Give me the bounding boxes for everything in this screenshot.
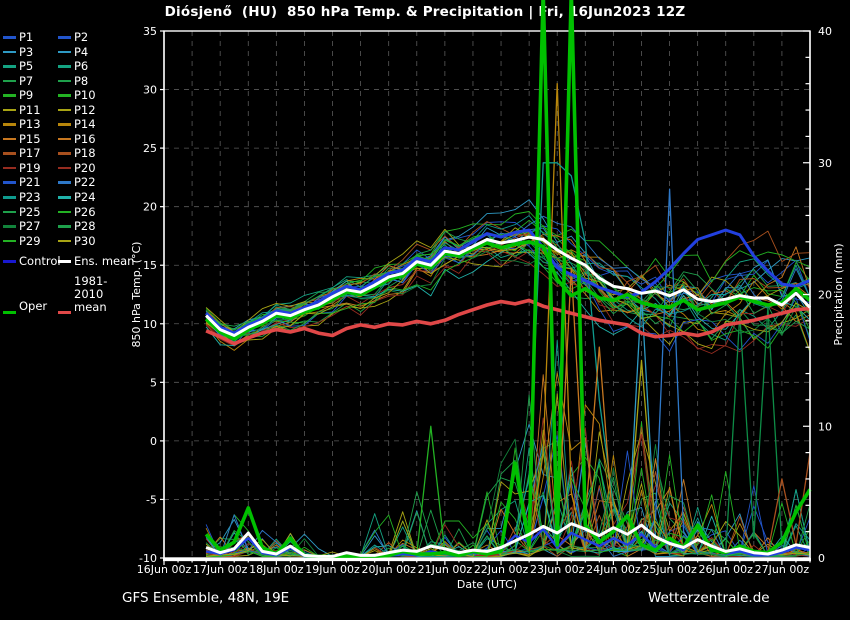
y-left-tick-label: 0 [150,435,157,448]
y-right-tick-label: 20 [818,289,832,302]
y-left-tick-label: 30 [143,84,157,97]
meteogram-page: Diósjenő (HU) 850 hPa Temp. & Precipitat… [0,0,850,620]
ensemble-member-precip-line [206,422,810,556]
y-left-axis-title: 850 hPa Temp. (°C) [130,242,143,348]
ensemble-member-precip-line [206,418,810,556]
model-location-label: GFS Ensemble, 48N, 19E [122,590,289,606]
x-tick-label: 27Jun 00z [755,563,810,576]
y-left-tick-label: 25 [143,142,157,155]
y-right-axis-title: Precipitation (mm) [832,243,845,345]
x-axis-title: Date (UTC) [457,578,517,591]
y-left-tick-label: 15 [143,259,157,272]
oper-precip-line [206,0,810,556]
y-right-tick-label: 10 [818,420,832,433]
y-right-tick-label: 40 [818,25,832,38]
y-left-tick-label: -5 [146,493,157,506]
x-tick-label: 19Jun 00z [305,563,360,576]
x-tick-label: 24Jun 00z [586,563,641,576]
y-right-tick-label: 30 [818,157,832,170]
watermark-label: Wetterzentrale.de [648,590,770,606]
x-tick-label: 26Jun 00z [699,563,754,576]
ensemble-member-precip-line [206,394,810,557]
y-left-tick-label: 35 [143,25,157,38]
x-tick-label: 25Jun 00z [642,563,697,576]
y-right-tick-label: 0 [818,552,825,565]
x-tick-label: 23Jun 00z [530,563,585,576]
x-tick-label: 20Jun 00z [361,563,416,576]
x-tick-label: 18Jun 00z [249,563,304,576]
y-left-tick-label: -10 [139,552,157,565]
x-tick-label: 17Jun 00z [193,563,248,576]
y-left-tick-label: 20 [143,201,157,214]
x-tick-label: 21Jun 00z [418,563,473,576]
x-tick-label: 22Jun 00z [474,563,529,576]
ensemble-member-precip-line [206,340,810,556]
y-left-tick-label: 10 [143,318,157,331]
y-left-tick-label: 5 [150,376,157,389]
meteogram-plot: 16Jun 00z17Jun 00z18Jun 00z19Jun 00z20Ju… [0,0,850,620]
